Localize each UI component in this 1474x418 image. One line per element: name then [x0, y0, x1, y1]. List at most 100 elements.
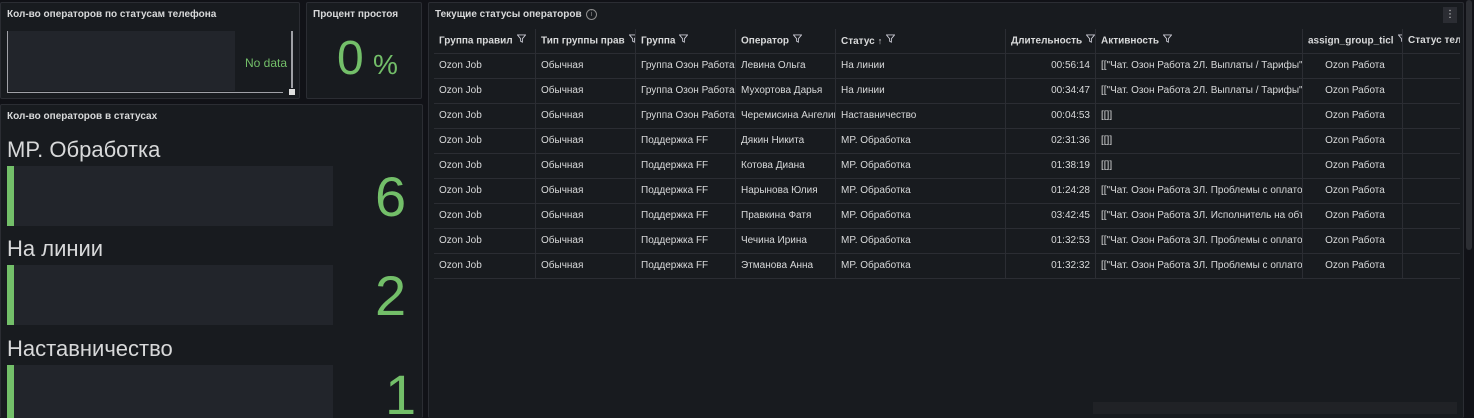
filter-icon[interactable]	[1085, 29, 1095, 53]
table-row[interactable]: Ozon Job Обычная Поддержка FF Этманова Анна…	[434, 254, 1460, 279]
table-cell: Нарынова Юлия	[735, 179, 835, 203]
page-scrollbar[interactable]	[1466, 0, 1472, 250]
table-cell: Обычная	[535, 104, 635, 128]
column-header[interactable]: Оператор	[735, 29, 835, 53]
table-row[interactable]: Ozon Job Обычная Поддержка FF Котова Диана M…	[434, 154, 1460, 179]
column-header-label: Группа правил	[439, 35, 513, 47]
status-bar-online	[7, 265, 333, 325]
table-cell	[1402, 79, 1460, 103]
resize-handle[interactable]	[289, 89, 295, 95]
table-cell: Обычная	[535, 54, 635, 78]
column-header[interactable]: Группа	[635, 29, 735, 53]
table-cell: Обычная	[535, 254, 635, 278]
column-header[interactable]: Статус теле	[1402, 29, 1460, 53]
table-row[interactable]: Ozon Job Обычная Группа Озон Работа Мухорто…	[434, 79, 1460, 104]
table-cell: Этманова Анна	[735, 254, 835, 278]
column-header-label: Тип группы прав	[541, 35, 625, 47]
chart-plot-area	[8, 31, 235, 91]
table-cell: MP. Обработка	[835, 154, 1005, 178]
column-header-label: Статус	[841, 36, 875, 47]
panel-title: Кол-во операторов в статусах	[7, 111, 158, 122]
table-cell: [["Чат. Озон Работа 3Л. Исполнитель на о…	[1095, 204, 1302, 228]
table-row[interactable]: Ozon Job Обычная Поддержка FF Правкина Фатя…	[434, 204, 1460, 229]
table-row[interactable]: Ozon Job Обычная Поддержка FF Нарынова Юлия…	[434, 179, 1460, 204]
table-cell: 01:32:32	[1005, 254, 1095, 278]
column-header-label: assign_group_ticl	[1308, 35, 1394, 47]
column-header-label: Оператор	[741, 35, 790, 47]
table-cell: Поддержка FF	[635, 179, 735, 203]
status-count-online: 2	[375, 264, 407, 327]
panel-menu-icon[interactable]: ⋮	[1443, 7, 1457, 23]
table-cell: [["Чат. Озон Работа 3Л. Проблемы с оплат…	[1095, 229, 1302, 253]
table-cell: Обычная	[535, 179, 635, 203]
table-cell: Мухортова Дарья	[735, 79, 835, 103]
idle-value: 0	[337, 32, 364, 85]
sort-ascending-icon[interactable]: ↑	[878, 36, 883, 46]
table-cell: Ozon Работа	[1302, 154, 1402, 178]
table-cell: Котова Диана	[735, 154, 835, 178]
table-cell	[1402, 104, 1460, 128]
status-name-processing: MP. Обработка	[7, 137, 161, 162]
table-cell: На линии	[835, 79, 1005, 103]
table-cell: 03:42:45	[1005, 204, 1095, 228]
filter-icon[interactable]	[678, 29, 689, 53]
table-header-row: Группа правил Тип группы прав Группа Операт…	[434, 29, 1460, 54]
table-cell	[1402, 254, 1460, 278]
x-axis-line	[7, 92, 283, 93]
table-cell: Ozon Job	[439, 60, 482, 71]
table-cell: Ozon Job	[439, 235, 482, 246]
status-counts-panel: Кол-во операторов в статусах MP. Обработ…	[0, 104, 423, 418]
table-row[interactable]: Ozon Job Обычная Поддержка FF Чечина Ирина M…	[434, 229, 1460, 254]
operators-table: Группа правил Тип группы прав Группа Операт…	[434, 29, 1460, 279]
table-cell: Ozon Работа	[1302, 79, 1402, 103]
status-bar-mentoring	[7, 365, 333, 418]
table-cell: Ozon Job	[439, 135, 482, 146]
legend-scrollbar[interactable]	[291, 31, 293, 88]
column-header[interactable]: Активность	[1095, 29, 1302, 53]
status-name-mentoring: Наставничество	[7, 336, 173, 361]
horizontal-scrollbar[interactable]	[1093, 402, 1457, 414]
table-row[interactable]: Ozon Job Обычная Поддержка FF Дякин Никита M…	[434, 129, 1460, 154]
column-header-label: Активность	[1101, 35, 1160, 47]
table-cell	[1402, 179, 1460, 203]
y-axis-line	[7, 31, 8, 93]
panel-title: Процент простоя	[313, 9, 399, 20]
phone-status-panel: Кол-во операторов по статусам телефона N…	[0, 2, 300, 99]
table-cell: Ozon Работа	[1302, 129, 1402, 153]
table-cell: Чечина Ирина	[735, 229, 835, 253]
column-header[interactable]: assign_group_ticl	[1302, 29, 1402, 53]
table-cell: Черемисина Ангелина	[735, 104, 835, 128]
table-cell: Поддержка FF	[635, 129, 735, 153]
table-cell: Ozon Работа	[1302, 54, 1402, 78]
filter-icon[interactable]	[1162, 29, 1173, 53]
filter-icon[interactable]	[516, 29, 527, 53]
column-header[interactable]: Группа правил	[434, 29, 535, 53]
table-cell	[1402, 229, 1460, 253]
table-cell: Ozon Job	[439, 160, 482, 171]
table-row[interactable]: Ozon Job Обычная Группа Озон Работа Левина …	[434, 54, 1460, 79]
table-cell: Ozon Job	[439, 210, 482, 221]
status-bar-fill	[7, 265, 14, 325]
table-cell: Ozon Job	[439, 85, 482, 96]
table-cell: Правкина Фатя	[735, 204, 835, 228]
table-cell: Обычная	[535, 229, 635, 253]
status-name-online: На линии	[7, 236, 104, 261]
column-header[interactable]: Статус ↑	[835, 29, 1005, 53]
filter-icon[interactable]	[792, 29, 803, 53]
idle-unit: %	[373, 49, 398, 80]
table-cell: Поддержка FF	[635, 229, 735, 253]
table-cell: Наставничество	[835, 104, 1005, 128]
column-header[interactable]: Тип группы прав	[535, 29, 635, 53]
table-cell	[1402, 204, 1460, 228]
table-cell: 01:24:28	[1005, 179, 1095, 203]
column-header-label: Статус теле	[1408, 35, 1460, 46]
table-cell: 00:34:47	[1005, 79, 1095, 103]
table-cell: Ozon Job	[439, 110, 482, 121]
column-header[interactable]: Длительность	[1005, 29, 1095, 53]
table-cell: Поддержка FF	[635, 154, 735, 178]
table-row[interactable]: Ozon Job Обычная Группа Озон Работа Черемис…	[434, 104, 1460, 129]
status-count-mentoring: 1	[385, 363, 417, 418]
info-icon[interactable]: i	[586, 9, 597, 20]
table-cell: 00:56:14	[1005, 54, 1095, 78]
filter-icon[interactable]	[885, 29, 896, 53]
